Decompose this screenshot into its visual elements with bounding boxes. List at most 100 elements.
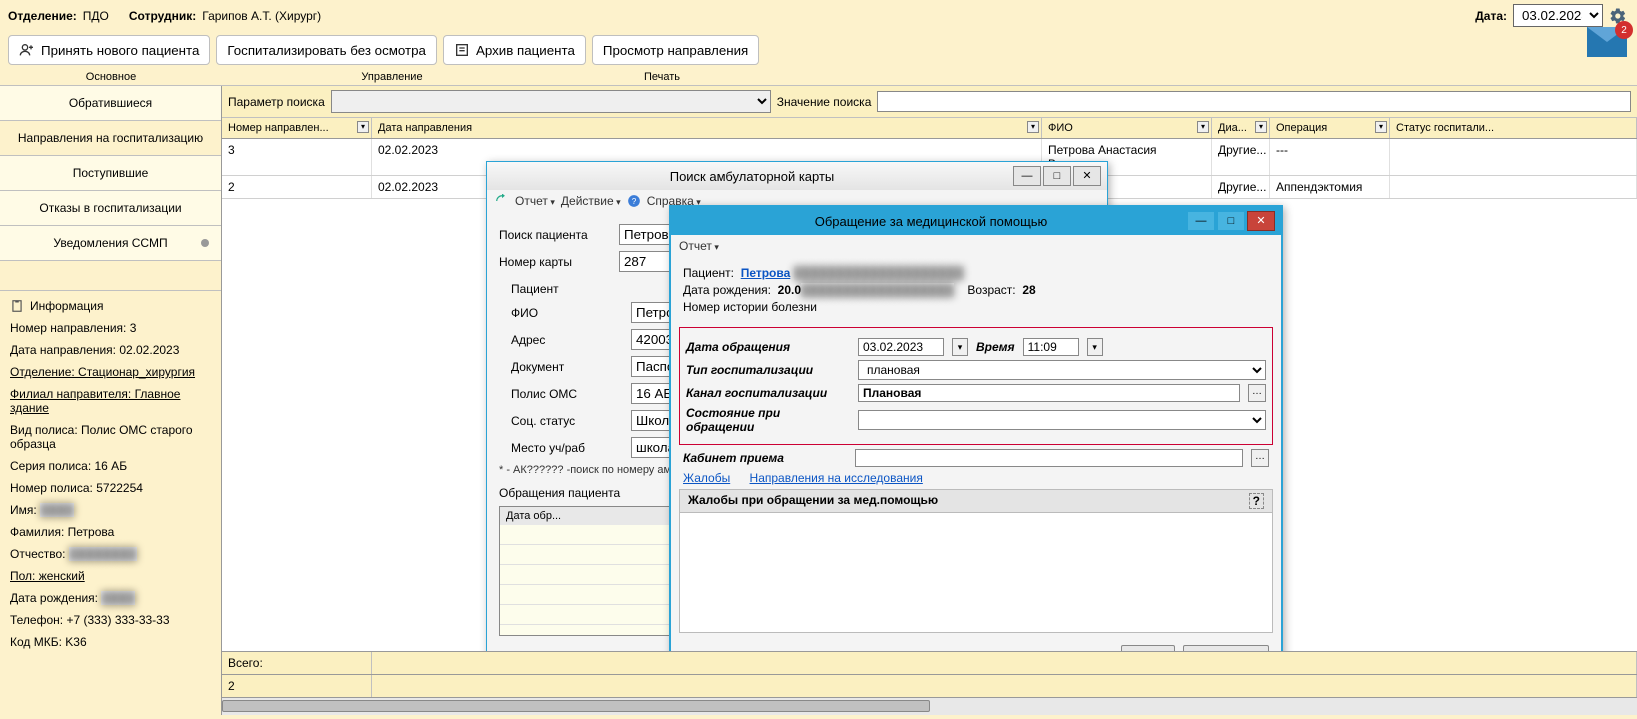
sidebar-item-ssmp[interactable]: Уведомления ССМП (0, 226, 221, 261)
info-mkb: Код МКБ: K36 (10, 635, 211, 649)
minimize-button[interactable]: — (1187, 211, 1215, 231)
addr-label: Адрес (511, 333, 621, 347)
dialog-menu: Отчет (671, 235, 1281, 257)
info-policy-no: Номер полиса: 5722254 (10, 481, 211, 495)
age-label: Возраст: (967, 283, 1015, 297)
grid-footer: Всего: (222, 651, 1637, 674)
appeal-date-input[interactable] (858, 338, 944, 356)
search-param-select[interactable] (331, 90, 771, 113)
grid-header: Номер направлен...▾ Дата направления▾ ФИ… (222, 118, 1637, 139)
dialog-title: Обращение за медицинской помощью (677, 214, 1185, 229)
dept-label: Отделение: (8, 9, 77, 23)
dialog-titlebar[interactable]: Обращение за медицинской помощью — □ ✕ (671, 207, 1281, 235)
info-patronymic: Отчество: ████████ (10, 547, 211, 561)
col-oper[interactable]: Операция▾ (1270, 118, 1390, 138)
refresh-icon[interactable] (495, 194, 509, 208)
info-dept-link[interactable]: Отделение: Стационар_хирургия (10, 365, 211, 379)
hosp-type-select[interactable]: плановая (858, 360, 1266, 380)
date-label: Дата: (1475, 9, 1507, 23)
complaints-textarea[interactable] (679, 513, 1273, 633)
mail-icon[interactable]: 2 (1587, 27, 1627, 57)
header-bar: Отделение: ПДО Сотрудник: Гарипов А.Т. (… (0, 0, 1637, 31)
dialog-titlebar[interactable]: Поиск амбулаторной карты — □ ✕ (487, 162, 1107, 190)
add-patient-icon (19, 42, 35, 58)
sub-header: Основное Управление Печать (0, 69, 1637, 86)
browse-button[interactable]: … (1251, 449, 1269, 467)
time-label: Время (976, 340, 1015, 354)
appeal-date-label: Дата обращения (686, 340, 850, 354)
date-picker-button[interactable]: ▾ (952, 338, 968, 356)
search-row: Параметр поиска Значение поиска (222, 86, 1637, 118)
time-picker-button[interactable]: ▾ (1087, 338, 1103, 356)
horizontal-scrollbar[interactable] (222, 697, 1637, 715)
age-value: 28 (1022, 283, 1035, 297)
sidebar-item-refusals[interactable]: Отказы в госпитализации (0, 191, 221, 226)
patient-archive-button[interactable]: Архив пациента (443, 35, 586, 65)
complaints-link[interactable]: Жалобы (683, 471, 730, 485)
hosp-type-label: Тип госпитализации (686, 363, 850, 377)
grid-body: 3 02.02.2023 Петрова Анастасия Влади... … (222, 139, 1637, 651)
maximize-button[interactable]: □ (1217, 211, 1245, 231)
info-policy-type: Вид полиса: Полис ОМС старого образца (10, 423, 211, 451)
help-icon[interactable]: ? (627, 194, 641, 208)
employee-label: Сотрудник: (129, 9, 196, 23)
col-ref-no[interactable]: Номер направлен...▾ (222, 118, 372, 138)
col-ref-date[interactable]: Дата направления▾ (372, 118, 1042, 138)
sidebar-item-referrals[interactable]: Направления на госпитализацию (0, 121, 221, 156)
oms-label: Полис ОМС (511, 387, 621, 401)
chevron-down-icon[interactable]: ▾ (357, 121, 369, 133)
card-no-label: Номер карты (499, 255, 609, 269)
accept-new-patient-button[interactable]: Принять нового пациента (8, 35, 210, 65)
hospitalize-noexam-button[interactable]: Госпитализировать без осмотра (216, 35, 437, 65)
info-policy-series: Серия полиса: 16 АБ (10, 459, 211, 473)
menu-report[interactable]: Отчет (515, 194, 555, 208)
research-referrals-link[interactable]: Направления на исследования (750, 471, 923, 485)
chevron-down-icon[interactable]: ▾ (1197, 121, 1209, 133)
toolbar: Принять нового пациента Госпитализироват… (0, 31, 1637, 69)
info-branch-link[interactable]: Филиал направителя: Главное здание (10, 387, 211, 415)
info-surname: Фамилия: Петрова (10, 525, 211, 539)
total-value: 2 (222, 675, 372, 697)
chevron-down-icon[interactable]: ▾ (1375, 121, 1387, 133)
state-label: Состояние при обращении (686, 406, 850, 434)
search-param-label: Параметр поиска (228, 95, 325, 109)
col-status[interactable]: Статус госпитали... (1390, 118, 1637, 138)
employee-value: Гарипов А.Т. (Хирург) (202, 9, 321, 23)
section-main: Основное (0, 69, 222, 85)
patient-link[interactable]: Петрова (741, 266, 791, 280)
history-no-label: Номер истории болезни (683, 300, 1269, 314)
sidebar-item-admitted[interactable]: Поступившие (0, 156, 221, 191)
search-value-input[interactable] (877, 91, 1631, 112)
time-input[interactable] (1023, 338, 1079, 356)
content-area: Параметр поиска Значение поиска Номер на… (222, 86, 1637, 715)
minimize-button[interactable]: — (1013, 166, 1041, 186)
dialog-title: Поиск амбулаторной карты (493, 169, 1011, 184)
cancel-button[interactable]: Отмена (1183, 645, 1269, 651)
social-label: Соц. статус (511, 414, 621, 428)
search-value-label: Значение поиска (777, 95, 872, 109)
date-picker[interactable]: 03.02.2023 (1513, 4, 1603, 27)
col-diag[interactable]: Диа...▾ (1212, 118, 1270, 138)
hosp-channel-input[interactable] (858, 384, 1240, 402)
view-referral-button[interactable]: Просмотр направления (592, 35, 759, 65)
menu-report[interactable]: Отчет (679, 239, 719, 253)
info-phone: Телефон: +7 (333) 333-33-33 (10, 613, 211, 627)
help-icon[interactable]: ? (1249, 493, 1264, 509)
room-input[interactable] (855, 449, 1243, 467)
close-button[interactable]: ✕ (1247, 211, 1275, 231)
col-fio[interactable]: ФИО▾ (1042, 118, 1212, 138)
patient-label: Пациент: (683, 266, 734, 280)
menu-action[interactable]: Действие (561, 194, 621, 208)
state-select[interactable] (858, 410, 1266, 430)
chevron-down-icon[interactable]: ▾ (1027, 121, 1039, 133)
close-button[interactable]: ✕ (1073, 166, 1101, 186)
doc-label: Документ (511, 360, 621, 374)
ok-button[interactable]: Ок (1121, 645, 1175, 651)
browse-button[interactable]: … (1248, 384, 1266, 402)
info-panel: Информация Номер направления: 3 Дата нап… (0, 291, 221, 715)
maximize-button[interactable]: □ (1043, 166, 1071, 186)
chevron-down-icon[interactable]: ▾ (1255, 121, 1267, 133)
dept-value: ПДО (83, 9, 109, 23)
hosp-channel-label: Канал госпитализации (686, 386, 850, 400)
sidebar-item-applied[interactable]: Обратившиеся (0, 86, 221, 121)
